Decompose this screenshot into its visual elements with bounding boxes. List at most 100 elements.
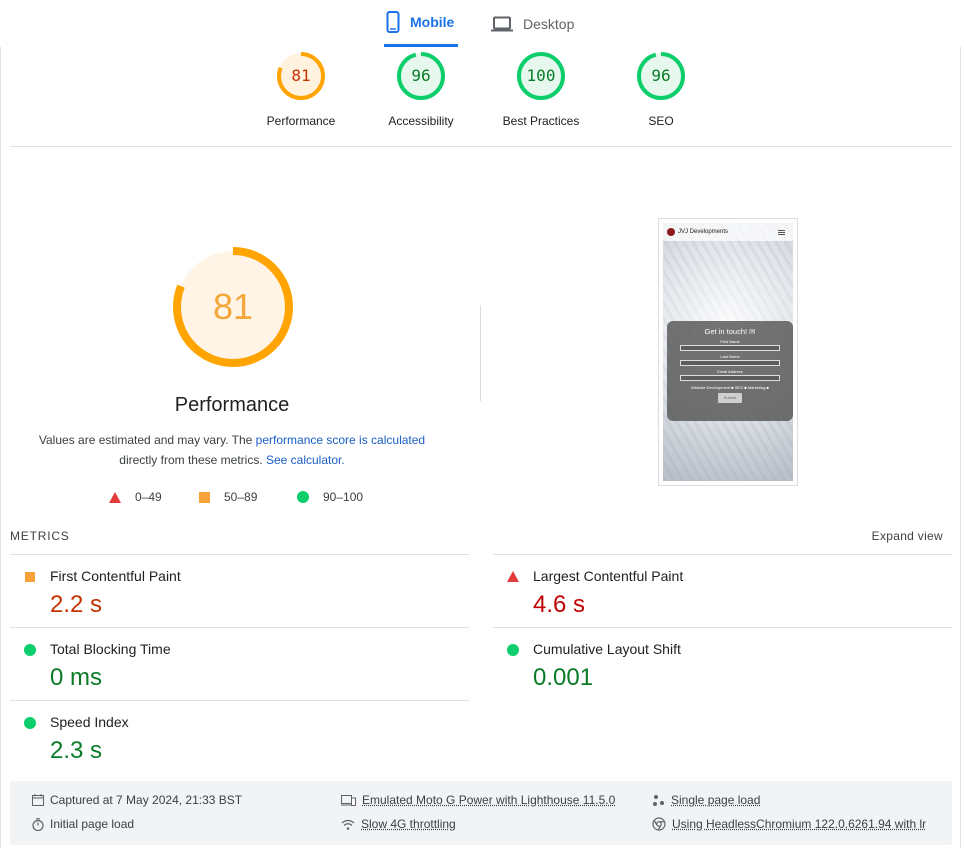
screenshot-image: JVJ Developments Get in touch! ✉ First N… <box>663 223 793 481</box>
desc-text: directly from these metrics. <box>119 453 266 467</box>
best-practices-score: 100 <box>526 66 556 85</box>
circle-icon <box>24 717 36 729</box>
final-screenshot[interactable]: JVJ Developments Get in touch! ✉ First N… <box>658 218 798 486</box>
see-calculator-link[interactable]: See calculator. <box>266 453 345 467</box>
frame-border-left <box>0 47 1 848</box>
legend-average: 50–89 <box>199 490 257 504</box>
triangle-icon <box>109 491 121 503</box>
metrics-heading: METRICS <box>10 529 70 543</box>
category-performance[interactable]: 81 Performance <box>241 50 361 128</box>
tab-mobile[interactable]: Mobile <box>384 0 458 47</box>
metric-value: 0.001 <box>533 664 594 691</box>
throttling-text: Slow 4G throttling <box>361 817 456 831</box>
browser-info[interactable]: Using HeadlessChromium 122.0.6261.94 wit… <box>652 817 926 831</box>
form-submit: Submit <box>718 393 742 403</box>
tab-desktop[interactable]: Desktop <box>491 0 591 47</box>
legend-label: 50–89 <box>224 490 258 504</box>
hamburger-menu-icon <box>778 230 785 235</box>
site-title: JVJ Developments <box>678 229 729 235</box>
category-label: Best Practices <box>502 114 580 128</box>
category-seo[interactable]: 96 SEO <box>601 50 721 128</box>
score-calculation-link[interactable]: performance score is calculated <box>256 433 425 447</box>
seo-gauge: 96 <box>635 50 687 102</box>
form-checkboxes: Website Development ■ SEO ■ Marketing ■ <box>691 385 769 390</box>
circle-icon <box>507 644 519 656</box>
metric-speed-index: Speed Index 2.3 s <box>10 700 469 773</box>
triangle-icon <box>507 571 519 582</box>
category-label: Performance <box>266 114 336 128</box>
single-page-load-text: Single page load <box>671 793 761 807</box>
category-label: Accessibility <box>388 114 454 128</box>
legend-label: 90–100 <box>323 490 364 504</box>
performance-gauge: 81 <box>275 50 327 102</box>
captured-text: Captured at 7 May 2024, 21:33 BST <box>50 793 243 807</box>
form-field <box>680 345 780 351</box>
metric-name: First Contentful Paint <box>50 568 181 584</box>
laptop-icon <box>491 16 513 32</box>
circle-icon <box>297 491 309 503</box>
legend-fail: 0–49 <box>109 490 162 504</box>
metric-name: Total Blocking Time <box>50 641 171 657</box>
metric-value: 4.6 s <box>533 591 586 618</box>
desc-text: Values are estimated and may vary. The <box>38 433 256 447</box>
metric-largest-contentful-paint: Largest Contentful Paint 4.6 s <box>493 554 952 627</box>
form-field <box>680 375 780 381</box>
chrome-icon <box>652 817 666 831</box>
category-accessibility[interactable]: 96 Accessibility <box>361 50 481 128</box>
metric-name: Speed Index <box>50 714 129 730</box>
smartphone-icon <box>386 11 400 33</box>
network-throttling[interactable]: Slow 4G throttling <box>341 817 456 831</box>
metric-cumulative-layout-shift: Cumulative Layout Shift 0.001 <box>493 627 952 700</box>
performance-main-gauge: 81 <box>172 246 294 368</box>
legend-pass: 90–100 <box>297 490 363 504</box>
accessibility-gauge: 96 <box>395 50 447 102</box>
form-field <box>680 360 780 366</box>
emulated-device[interactable]: Emulated Moto G Power with Lighthouse 11… <box>341 793 615 807</box>
single-page-load[interactable]: Single page load <box>652 793 760 807</box>
metric-name: Largest Contentful Paint <box>533 568 684 584</box>
performance-score: 81 <box>291 66 311 85</box>
vertical-divider <box>480 305 481 401</box>
site-logo-icon <box>667 228 675 236</box>
category-label: SEO <box>648 114 674 128</box>
initial-page-load-text: Initial page load <box>50 817 135 831</box>
form-label: Email Address <box>717 369 743 374</box>
screenshot-contact-form: Get in touch! ✉ First Name Last Name Ema… <box>667 321 793 421</box>
form-title: Get in touch! ✉ <box>704 327 756 336</box>
nodes-icon <box>652 794 665 807</box>
calendar-icon <box>32 794 44 806</box>
metric-name: Cumulative Layout Shift <box>533 641 681 657</box>
tab-mobile-label: Mobile <box>410 14 455 30</box>
metric-first-contentful-paint: First Contentful Paint 2.2 s <box>10 554 469 627</box>
best-practices-gauge: 100 <box>515 50 567 102</box>
metric-value: 2.2 s <box>50 591 103 618</box>
category-best-practices[interactable]: 100 Best Practices <box>481 50 601 128</box>
initial-page-load: Initial page load <box>32 817 134 831</box>
tab-desktop-label: Desktop <box>523 15 575 32</box>
screenshot-navbar: JVJ Developments <box>663 223 793 241</box>
form-label: First Name <box>720 339 740 344</box>
square-icon <box>24 571 35 582</box>
browser-info-text: Using HeadlessChromium 122.0.6261.94 wit… <box>672 817 927 831</box>
expand-view-button[interactable]: Expand view <box>872 529 943 543</box>
emulated-device-text: Emulated Moto G Power with Lighthouse 11… <box>362 793 616 807</box>
accessibility-score: 96 <box>411 66 431 85</box>
form-label: Last Name <box>720 354 740 359</box>
performance-title: Performance <box>174 394 290 416</box>
timer-icon <box>32 817 44 831</box>
wifi-icon <box>341 819 355 830</box>
legend-label: 0–49 <box>135 490 162 504</box>
devices-icon <box>341 794 356 806</box>
metric-value: 0 ms <box>50 664 103 691</box>
divider <box>10 146 952 147</box>
captured-at: Captured at 7 May 2024, 21:33 BST <box>32 793 242 807</box>
device-tabs: Mobile Desktop <box>0 0 964 48</box>
runtime-settings: Captured at 7 May 2024, 21:33 BST Initia… <box>10 781 952 845</box>
seo-score: 96 <box>651 66 671 85</box>
circle-icon <box>24 644 36 656</box>
square-icon <box>199 491 210 503</box>
frame-border-right <box>960 47 961 848</box>
performance-description: Values are estimated and may vary. The p… <box>32 430 432 470</box>
metric-total-blocking-time: Total Blocking Time 0 ms <box>10 627 469 700</box>
performance-main-score: 81 <box>212 286 254 327</box>
